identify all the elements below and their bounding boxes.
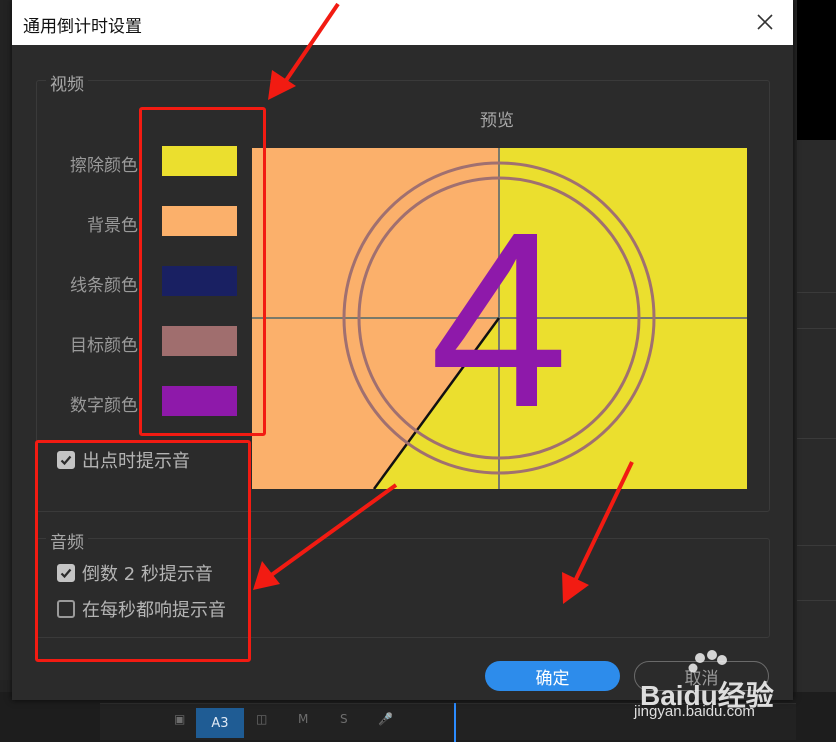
playhead[interactable] — [454, 703, 456, 742]
lock-icon[interactable]: ▣ — [174, 712, 185, 726]
microphone-icon[interactable]: 🎤 — [378, 712, 393, 726]
right-panel — [797, 140, 836, 740]
panel-divider — [797, 545, 836, 546]
number-color-label: 数字颜色 — [70, 396, 138, 416]
line-color-label: 线条颜色 — [70, 276, 138, 296]
close-icon[interactable] — [753, 10, 777, 34]
track-target-a3[interactable]: A3 — [196, 708, 244, 738]
watermark-url: jingyan.baidu.com — [634, 703, 755, 720]
annotation-box-colors — [139, 107, 266, 436]
mute-button[interactable]: M — [298, 712, 308, 726]
left-tool-strip — [0, 300, 12, 680]
panel-divider — [797, 600, 836, 601]
sync-icon[interactable]: ◫ — [256, 712, 267, 726]
dialog-title: 通用倒计时设置 — [23, 17, 142, 37]
program-monitor — [797, 0, 836, 140]
panel-divider — [797, 438, 836, 439]
solo-button[interactable]: S — [340, 712, 348, 726]
wipe-color-label: 擦除颜色 — [70, 156, 138, 176]
annotation-box-checkboxes — [35, 440, 251, 662]
countdown-preview: 4 — [252, 148, 747, 489]
background-color-label: 背景色 — [87, 216, 138, 236]
preview-number: 4 — [429, 180, 568, 459]
panel-divider — [797, 328, 836, 329]
preview-label: 预览 — [480, 111, 514, 131]
video-legend: 视频 — [46, 70, 88, 95]
target-color-label: 目标颜色 — [70, 336, 138, 356]
ok-button[interactable]: 确定 — [485, 661, 620, 691]
panel-divider — [797, 292, 836, 293]
dialog-titlebar: 通用倒计时设置 — [12, 0, 793, 45]
